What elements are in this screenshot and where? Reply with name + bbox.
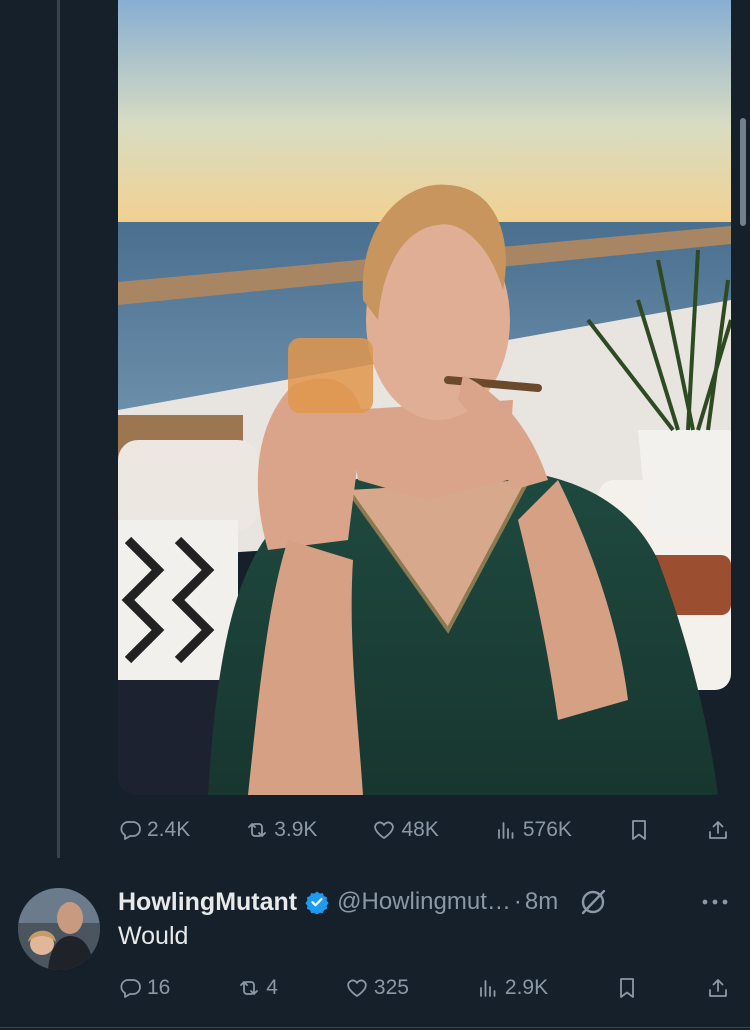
separator-dot: · — [513, 888, 522, 915]
like-count: 325 — [373, 976, 409, 999]
retweet-button[interactable]: 3.9K — [245, 818, 317, 842]
retweet-icon — [240, 981, 259, 995]
retweet-count: 3.9K — [274, 818, 318, 841]
reply-count: 2.4K — [147, 818, 191, 841]
scrollbar[interactable] — [740, 118, 746, 226]
like-icon — [374, 821, 395, 839]
reply-actions-bar: 16 4 325 2.9K — [118, 968, 730, 1008]
like-button[interactable]: 325 — [345, 976, 409, 1000]
views-count: 2.9K — [504, 976, 549, 999]
display-name[interactable]: HowlingMutant — [118, 888, 297, 917]
reply-icon — [120, 979, 141, 998]
reply-text: Would — [118, 922, 189, 950]
views-button[interactable]: 2.9K — [476, 976, 548, 1000]
avatar[interactable] — [18, 888, 100, 970]
bookmark-icon — [620, 978, 634, 998]
grok-icon[interactable] — [578, 887, 608, 917]
views-icon — [480, 980, 496, 997]
share-icon — [709, 979, 727, 997]
reply-header: HowlingMutant @Howlingmut… · 8m — [118, 884, 730, 920]
reply-button[interactable]: 16 — [118, 976, 170, 1000]
reply-button[interactable]: 2.4K — [118, 818, 190, 842]
like-count: 48K — [401, 818, 439, 841]
retweet-icon — [248, 823, 267, 837]
views-icon — [497, 822, 514, 839]
tweet-actions-bar: 2.4K 3.9K 48K 576K — [118, 810, 730, 850]
more-icon[interactable] — [700, 890, 730, 914]
bookmark-icon — [632, 820, 646, 840]
like-button[interactable]: 48K — [372, 818, 439, 842]
thread-connector-line — [57, 0, 60, 858]
views-button[interactable]: 576K — [494, 818, 572, 842]
verified-badge-icon — [305, 891, 329, 914]
photo-woman-on-boat — [118, 0, 731, 795]
share-button[interactable] — [706, 818, 730, 842]
retweet-button[interactable]: 4 — [237, 976, 278, 1000]
user-handle[interactable]: @Howlingmut… — [337, 888, 511, 916]
like-icon — [347, 979, 367, 997]
bookmark-button[interactable] — [627, 818, 651, 842]
bookmark-button[interactable] — [615, 976, 639, 1000]
share-button[interactable] — [706, 976, 730, 1000]
views-count: 576K — [522, 818, 572, 841]
divider — [0, 1027, 750, 1028]
reply-icon — [120, 821, 141, 840]
timestamp[interactable]: 8m — [525, 888, 558, 916]
retweet-count: 4 — [266, 976, 278, 999]
share-icon — [709, 821, 727, 839]
reply-count: 16 — [147, 976, 171, 999]
avatar-photo — [18, 888, 100, 970]
tweet-media-image[interactable] — [118, 0, 731, 795]
